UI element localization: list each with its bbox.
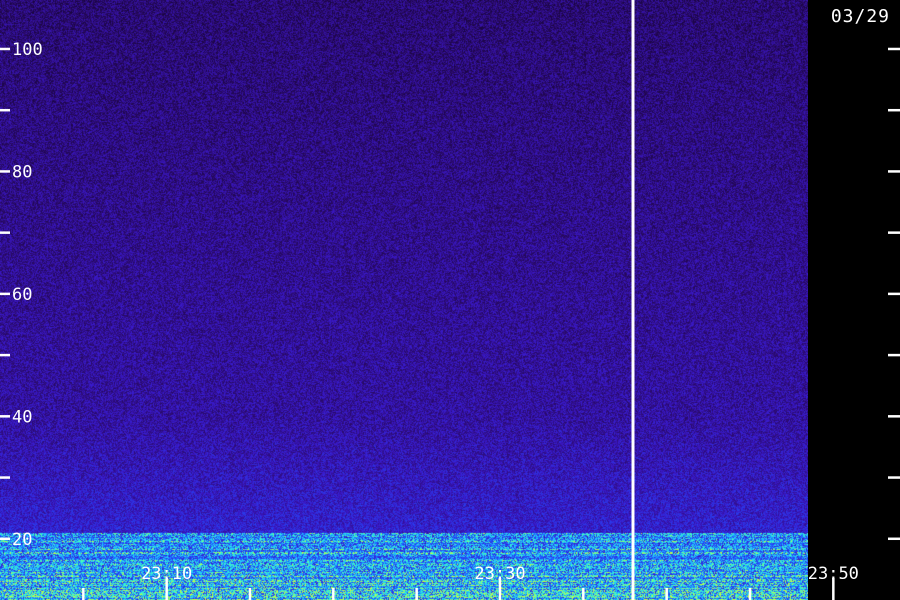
y-tick-label-40: 40 [12,407,32,427]
x-tick-label-23:50: 23:50 [808,564,859,584]
y-tick-label-100: 100 [12,40,43,60]
y-tick-label-20: 20 [12,530,32,550]
y-tick-label-80: 80 [12,162,32,182]
x-tick-label-23:30: 23:30 [474,564,525,584]
x-tick-label-23:10: 23:10 [141,564,192,584]
spectrogram-chart: 100 80 60 40 20 23:10 23:30 23:50 03/29 [0,0,900,600]
date-label: 03/29 [830,6,890,27]
axis-overlay: 100 80 60 40 20 23:10 23:30 23:50 [0,0,900,600]
y-tick-label-60: 60 [12,285,32,305]
